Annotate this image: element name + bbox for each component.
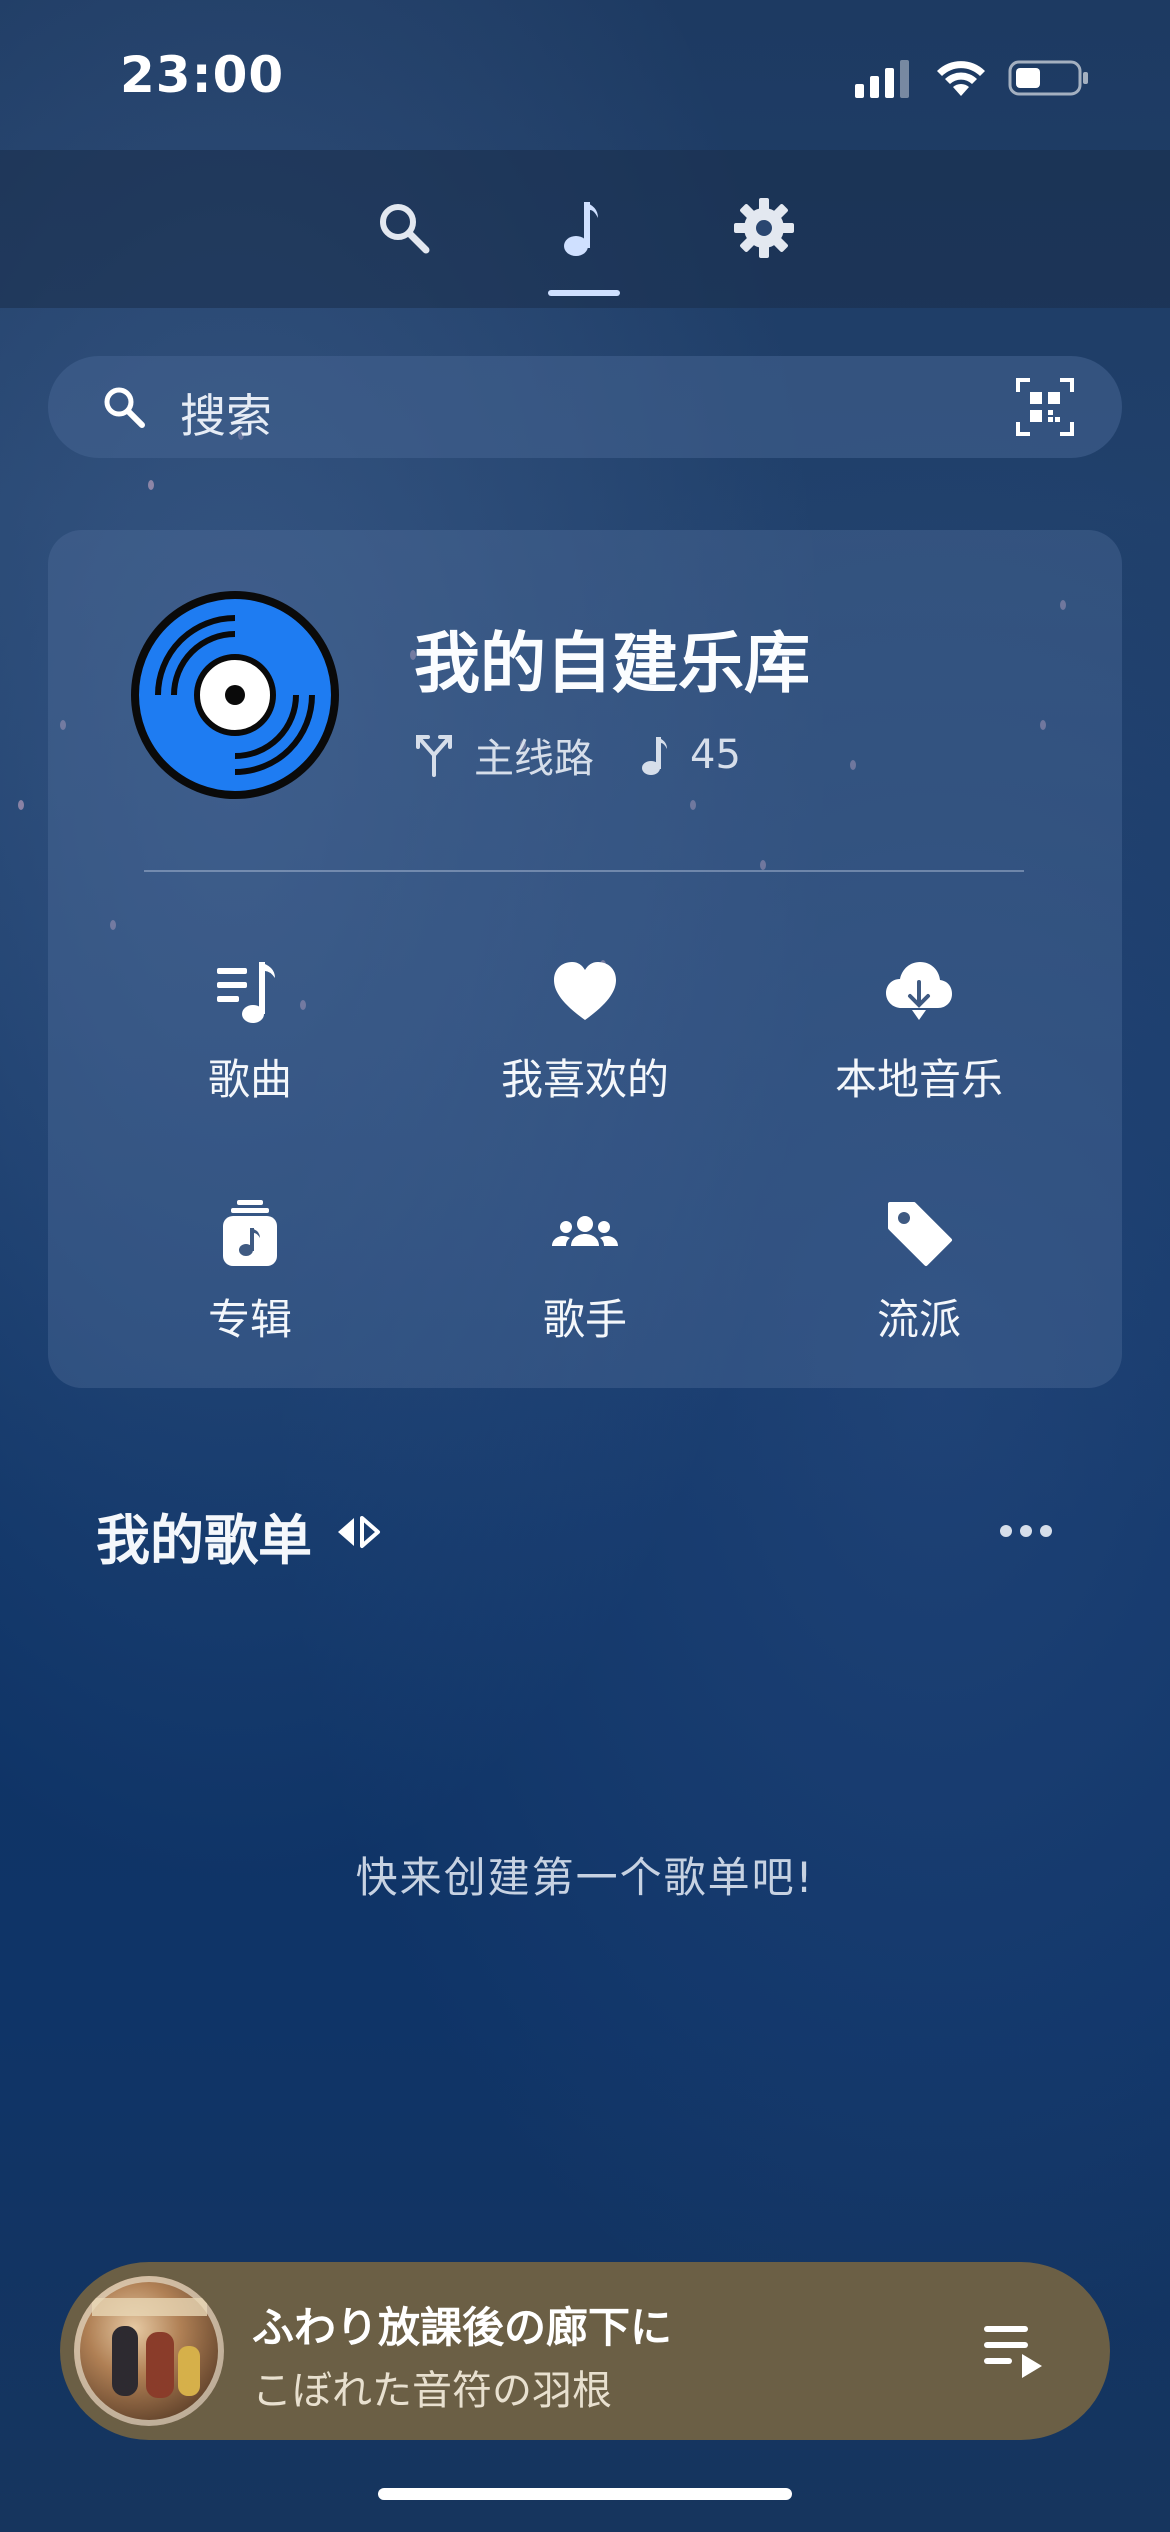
gear-icon [734,198,794,258]
song-list-icon [217,962,275,1023]
battery-icon [1008,60,1088,96]
library-meta: 主线路 45 [414,730,741,782]
library-item-local-label: 本地音乐 [834,1055,1003,1104]
library-item-artists-label: 歌手 [542,1295,627,1344]
playlist-queue-icon[interactable] [982,2320,1046,2382]
library-item-albums[interactable]: 专辑 [120,1198,380,1368]
more-options-icon[interactable] [996,1516,1056,1546]
library-item-favorites-label: 我喜欢的 [500,1055,669,1104]
tag-icon [888,1202,952,1266]
music-note-icon [642,737,667,775]
playlists-title: 我的歌单 [96,1509,312,1572]
artists-icon [552,1216,618,1246]
home-indicator [378,2488,792,2500]
song-count: 45 [690,732,741,778]
album-icon [223,1200,277,1266]
library-item-albums-label: 专辑 [207,1295,292,1344]
search-icon [104,387,145,428]
library-item-local[interactable]: 本地音乐 [789,958,1049,1128]
card-divider [144,870,1024,872]
search-input[interactable]: 搜索 [180,380,272,446]
library-item-songs[interactable]: 歌曲 [120,958,380,1128]
cloud-download-icon [886,962,952,1020]
now-playing-bar[interactable]: ふわり放課後の廊下に こぼれた音符の羽根 [60,2262,1110,2440]
tab-search[interactable] [364,188,444,268]
status-bar: 23:00 [0,0,1170,150]
library-item-artists[interactable]: 歌手 [455,1198,715,1368]
search-icon [380,204,430,254]
library-title: 我的自建乐库 [414,625,810,702]
cellular-signal-icon [855,60,909,98]
status-time: 23:00 [120,46,285,104]
library-card[interactable]: 我的自建乐库 主线路 45 歌曲 我喜欢的 本地音乐 专辑 歌手 流派 [48,530,1122,1388]
wifi-icon [937,61,985,96]
library-item-favorites[interactable]: 我喜欢的 [455,958,715,1128]
playlists-empty-message: 快来创建第一个歌单吧! [355,1853,815,1902]
now-playing-title: ふわり放課後の廊下に [252,2303,673,2352]
album-art[interactable] [74,2276,224,2426]
qr-code-icon[interactable] [1016,378,1074,436]
route-label: 主线路 [474,736,594,782]
search-bar[interactable]: 搜索 [48,356,1122,458]
vinyl-disc-icon [131,591,339,799]
tab-library[interactable] [544,188,624,268]
tab-settings[interactable] [724,188,804,268]
library-item-genres[interactable]: 流派 [789,1198,1049,1368]
active-tab-indicator [548,290,620,296]
route-icon [416,735,452,777]
library-item-songs-label: 歌曲 [207,1055,292,1104]
library-item-genres-label: 流派 [876,1295,961,1344]
music-note-icon [564,202,598,256]
sort-toggle-icon[interactable] [334,1514,382,1550]
top-nav [0,150,1170,308]
now-playing-artist: こぼれた音符の羽根 [252,2368,612,2414]
heart-icon [554,962,616,1020]
